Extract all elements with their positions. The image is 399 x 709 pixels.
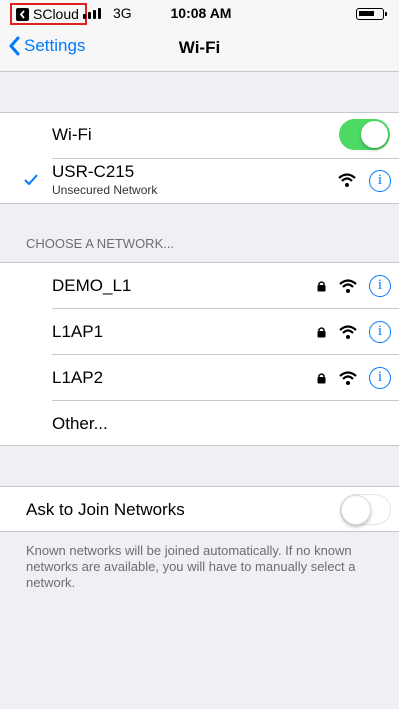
info-icon[interactable]: i	[369, 170, 391, 192]
wifi-toggle[interactable]	[339, 119, 390, 150]
info-icon[interactable]: i	[369, 321, 391, 343]
back-to-app-button[interactable]: SCloud	[10, 3, 87, 25]
network-row[interactable]: L1AP2 i	[0, 355, 399, 400]
network-type: 3G	[113, 5, 132, 21]
other-network-label: Other...	[52, 414, 108, 433]
network-row[interactable]: DEMO_L1 i	[0, 263, 399, 308]
cellular-signal-icon	[83, 8, 101, 19]
section-header: CHOOSE A NETWORK...	[26, 236, 175, 251]
wifi-group: Wi-Fi USR-C215 Unsecured Network i	[0, 112, 399, 204]
info-icon[interactable]: i	[369, 275, 391, 297]
lock-icon	[317, 327, 326, 338]
wifi-signal-icon	[339, 371, 357, 385]
back-app-chevron-icon	[16, 7, 29, 21]
wifi-label: Wi-Fi	[52, 125, 92, 144]
navigation-bar: Settings Wi-Fi	[0, 26, 399, 72]
lock-icon	[317, 281, 326, 292]
info-icon[interactable]: i	[369, 367, 391, 389]
wifi-signal-icon	[339, 279, 357, 293]
wifi-signal-icon	[339, 325, 357, 339]
ask-to-join-toggle[interactable]	[340, 494, 391, 525]
connected-network-status: Unsecured Network	[52, 183, 158, 197]
lock-icon	[317, 373, 326, 384]
status-time: 10:08 AM	[170, 5, 232, 21]
ask-to-join-label: Ask to Join Networks	[26, 500, 185, 519]
page-title: Wi-Fi	[178, 38, 221, 57]
ask-to-join-group: Ask to Join Networks	[0, 486, 399, 532]
network-name: L1AP2	[52, 368, 104, 387]
checkmark-icon	[24, 174, 38, 185]
network-name: L1AP1	[52, 322, 104, 341]
connected-network-name: USR-C215	[52, 162, 135, 181]
network-name: DEMO_L1	[52, 276, 132, 295]
other-network-row[interactable]: Other...	[0, 401, 399, 446]
networks-group: DEMO_L1 i L1AP1 i L1AP2 i Other...	[0, 262, 399, 446]
connected-network-row[interactable]: USR-C215 Unsecured Network i	[0, 159, 399, 203]
wifi-signal-icon	[338, 173, 356, 187]
network-row[interactable]: L1AP1 i	[0, 309, 399, 354]
battery-icon	[356, 8, 387, 20]
ask-to-join-footer: Known networks will be joined automatica…	[26, 543, 356, 590]
wifi-toggle-row: Wi-Fi	[0, 113, 399, 158]
back-app-label: SCloud	[33, 6, 79, 22]
